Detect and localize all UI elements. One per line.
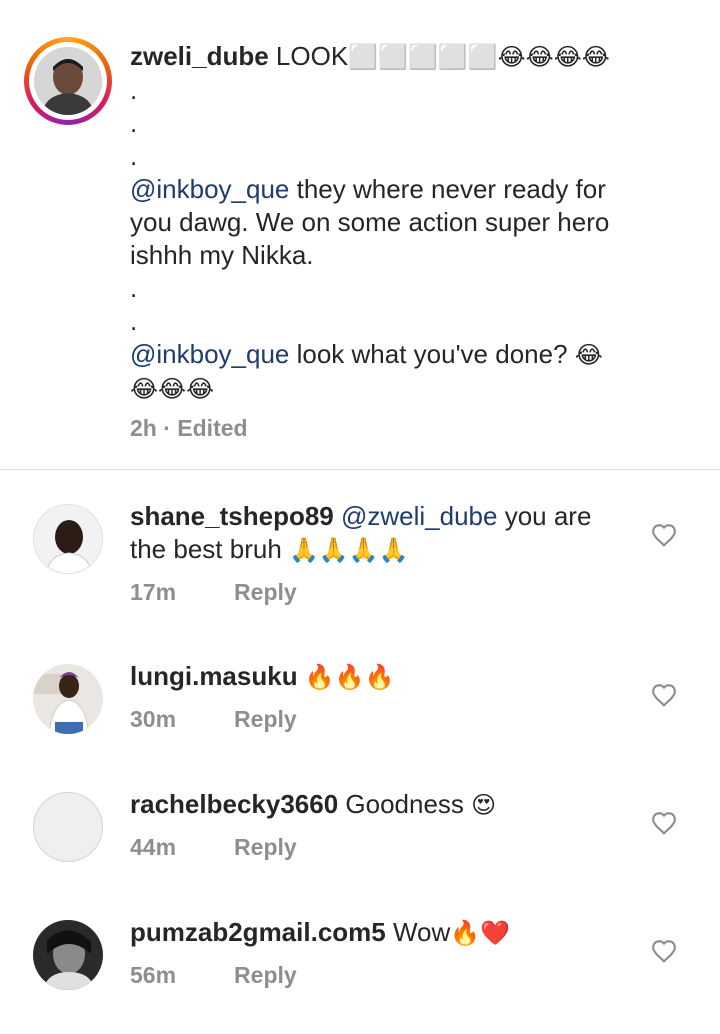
reply-button[interactable]: Reply	[234, 834, 297, 860]
comment-avatar[interactable]	[33, 664, 103, 734]
reply-button[interactable]: Reply	[234, 706, 297, 732]
reply-button[interactable]: Reply	[234, 579, 297, 605]
comment-username[interactable]: pumzab2gmail.com5	[130, 917, 386, 947]
comment-emoji: 🙏🙏🙏🙏	[289, 536, 409, 564]
caption-line-1: .	[130, 75, 138, 105]
heart-icon[interactable]	[651, 683, 677, 707]
comment-time: 30m	[130, 706, 177, 732]
comment-time: 44m	[130, 834, 177, 860]
caption-divider	[0, 469, 720, 470]
comment-avatar[interactable]	[33, 920, 103, 990]
caption-line-6: ishhh my Nikka.	[130, 240, 314, 270]
caption-line-9: look what you've done?	[289, 339, 575, 369]
heart-icon[interactable]	[651, 939, 677, 963]
reply-button[interactable]: Reply	[234, 962, 297, 988]
comment-time: 17m	[130, 579, 177, 605]
caption-edited: · Edited	[163, 415, 248, 441]
comment-body	[298, 661, 305, 691]
comment-time: 56m	[130, 962, 177, 988]
comment-meta: 44m Reply	[130, 834, 297, 861]
comment-username[interactable]: shane_tshepo89	[130, 501, 334, 531]
caption-emoji-10: 😂😂😂	[130, 375, 215, 403]
caption-username[interactable]: zweli_dube	[130, 41, 269, 71]
caption-line-7: .	[130, 273, 138, 303]
comment-text: shane_tshepo89 @zweli_dube you are the b…	[130, 500, 630, 567]
comment-username[interactable]: rachelbecky3660	[130, 789, 338, 819]
comment-emoji: 😍	[471, 791, 497, 819]
comment-meta: 56m Reply	[130, 962, 297, 989]
comment-meta: 30m Reply	[130, 706, 297, 733]
caption-meta: 2h · Edited	[130, 412, 690, 445]
caption-text: zweli_dube LOOK⬜⬜⬜⬜⬜😂😂😂😂 . . . @inkboy_q…	[130, 40, 690, 445]
comment-body: Wow	[385, 917, 451, 947]
comment-username[interactable]: lungi.masuku	[130, 661, 298, 691]
comment-text: rachelbecky3660 Goodness 😍	[130, 788, 630, 822]
comment-avatar[interactable]	[33, 504, 103, 574]
comment-mention[interactable]: @zweli_dube	[341, 501, 497, 531]
caption-line-8: .	[130, 306, 138, 336]
heart-icon[interactable]	[651, 523, 677, 547]
caption-line-4: they where never ready for	[289, 174, 606, 204]
caption-line-0: LOOK	[268, 41, 349, 71]
caption-emoji-0: ⬜⬜⬜⬜⬜😂😂😂😂	[348, 43, 610, 71]
caption-line-5: you dawg. We on some action super hero	[130, 207, 610, 237]
caption-time: 2h	[130, 415, 157, 441]
comment-avatar[interactable]	[33, 792, 103, 862]
comment-body: Goodness	[338, 789, 472, 819]
comment-text: lungi.masuku 🔥🔥🔥	[130, 660, 630, 694]
caption-mention-2[interactable]: @inkboy_que	[130, 339, 289, 369]
comment-emoji: 🔥❤️	[450, 919, 511, 947]
caption-emoji-9: 😂	[574, 341, 603, 369]
caption-line-2: .	[130, 108, 138, 138]
comment-emoji: 🔥🔥🔥	[304, 663, 395, 691]
caption-mention-1[interactable]: @inkboy_que	[130, 174, 289, 204]
caption-avatar[interactable]	[34, 47, 102, 115]
comment-body: you are	[497, 501, 592, 531]
heart-icon[interactable]	[651, 811, 677, 835]
comment-meta: 17m Reply	[130, 579, 297, 606]
caption-line-3: .	[130, 141, 138, 171]
comment-text: pumzab2gmail.com5 Wow🔥❤️	[130, 916, 630, 950]
comment-body-2: the best bruh	[130, 534, 289, 564]
